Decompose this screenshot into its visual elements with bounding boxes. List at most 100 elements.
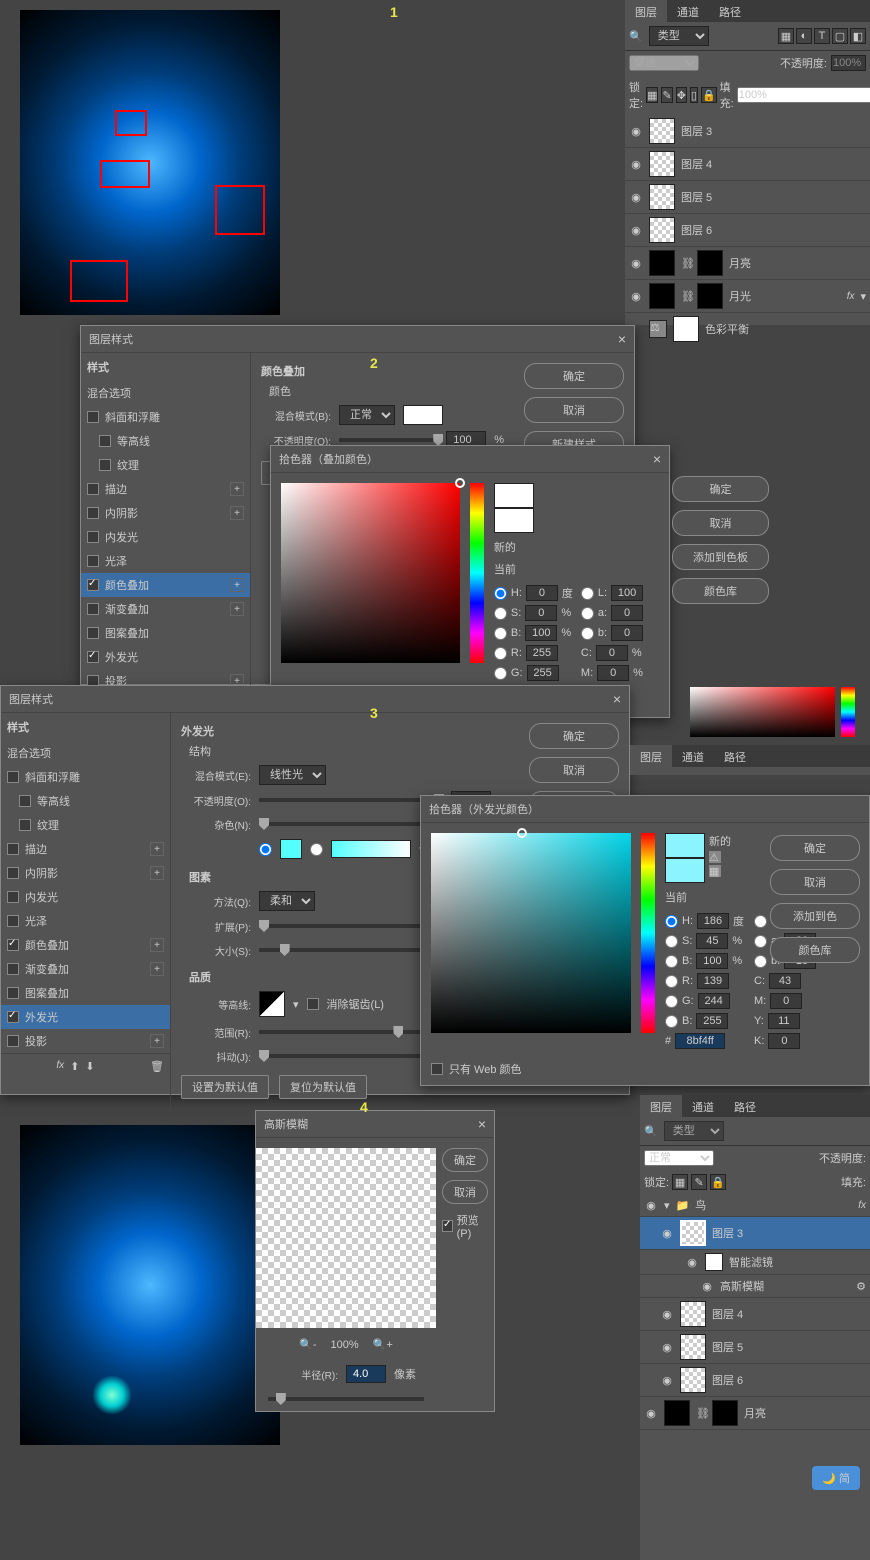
checkbox[interactable] xyxy=(87,627,99,639)
web-only-checkbox[interactable] xyxy=(431,1063,443,1075)
style-stroke[interactable]: 描边+ xyxy=(81,477,250,501)
r-radio[interactable] xyxy=(494,647,507,660)
visibility-icon[interactable]: ◉ xyxy=(685,1255,699,1269)
noise-slider[interactable] xyxy=(259,822,443,826)
trash-icon[interactable]: 🗑 xyxy=(150,1060,164,1073)
filter-type-select[interactable]: 类型 xyxy=(664,1121,724,1141)
lock-artboard-icon[interactable]: ▯ xyxy=(690,87,698,103)
ok-button[interactable]: 确定 xyxy=(442,1148,488,1172)
zoom-out-icon[interactable]: 🔍- xyxy=(299,1338,316,1351)
layer-thumb[interactable] xyxy=(649,118,675,144)
style-contour[interactable]: 等高线 xyxy=(81,429,250,453)
l-input[interactable] xyxy=(611,585,643,601)
lock-move-icon[interactable]: ✥ xyxy=(676,87,687,103)
close-icon[interactable]: × xyxy=(653,451,661,467)
checkbox[interactable] xyxy=(87,483,99,495)
style-stroke[interactable]: 描边+ xyxy=(1,837,170,861)
arrow-up-icon[interactable]: ⬆ xyxy=(70,1060,79,1073)
filter-adjust-icon[interactable]: ◐ xyxy=(796,28,812,44)
g-radio[interactable] xyxy=(494,667,507,680)
opacity-slider[interactable] xyxy=(339,438,438,442)
style-header[interactable]: 样式 xyxy=(1,713,170,741)
checkbox[interactable] xyxy=(19,795,31,807)
style-inner-glow[interactable]: 内发光 xyxy=(81,525,250,549)
range-slider[interactable] xyxy=(259,1030,443,1034)
checkbox[interactable] xyxy=(99,459,111,471)
checkbox[interactable] xyxy=(87,507,99,519)
close-icon[interactable]: × xyxy=(618,331,626,347)
visibility-icon[interactable]: ◉ xyxy=(660,1340,674,1354)
visibility-icon[interactable]: ◉ xyxy=(629,124,643,138)
layer-row[interactable]: ◉⛓月光fx▾ xyxy=(625,280,870,313)
h-input[interactable] xyxy=(526,585,558,601)
visibility-icon[interactable]: ◉ xyxy=(644,1198,658,1212)
visibility-icon[interactable]: ◉ xyxy=(660,1373,674,1387)
style-inner-glow[interactable]: 内发光 xyxy=(1,885,170,909)
mask-thumb[interactable] xyxy=(697,250,723,276)
checkbox[interactable] xyxy=(87,555,99,567)
dialog-titlebar[interactable]: 图层样式 × xyxy=(1,686,629,713)
style-drop-shadow[interactable]: 投影+ xyxy=(1,1029,170,1053)
checkbox[interactable] xyxy=(7,891,19,903)
ok-button[interactable]: 确定 xyxy=(672,476,769,502)
layer-thumb[interactable] xyxy=(649,250,675,276)
hue-slider[interactable] xyxy=(641,833,655,1033)
cancel-button[interactable]: 取消 xyxy=(672,510,769,536)
layer-row[interactable]: ◉图层 5 xyxy=(640,1331,870,1364)
current-color-swatch[interactable] xyxy=(665,858,705,883)
lock-pixels-icon[interactable]: ▦ xyxy=(672,1174,688,1190)
radius-input[interactable] xyxy=(346,1365,386,1383)
visibility-icon[interactable]: ◉ xyxy=(644,1406,658,1420)
blend-options[interactable]: 混合选项 xyxy=(1,741,170,765)
a-radio[interactable] xyxy=(581,607,594,620)
checkbox[interactable] xyxy=(7,843,19,855)
add-icon[interactable]: + xyxy=(150,962,164,976)
b-input[interactable] xyxy=(696,953,728,969)
fx-icon[interactable]: fx xyxy=(56,1060,64,1073)
add-icon[interactable]: + xyxy=(230,506,244,520)
dialog-titlebar[interactable]: 拾色器（外发光颜色） xyxy=(421,796,869,823)
color-lib-button[interactable]: 颜色库 xyxy=(770,937,860,963)
b-radio[interactable] xyxy=(665,955,678,968)
style-outer-glow[interactable]: 外发光 xyxy=(1,1005,170,1029)
arrow-down-icon[interactable]: ⬇ xyxy=(85,1060,94,1073)
smart-filter-row[interactable]: ◉智能滤镜 xyxy=(640,1250,870,1275)
c-input[interactable] xyxy=(769,973,801,989)
mask-thumb[interactable] xyxy=(697,283,723,309)
style-gradient-overlay[interactable]: 渐变叠加+ xyxy=(1,957,170,981)
antialias-checkbox[interactable] xyxy=(307,998,319,1010)
h-radio[interactable] xyxy=(494,587,507,600)
tab-paths[interactable]: 路径 xyxy=(714,745,756,767)
cancel-button[interactable]: 取消 xyxy=(529,757,619,783)
tab-channels[interactable]: 通道 xyxy=(672,745,714,767)
add-icon[interactable]: + xyxy=(230,482,244,496)
checkbox[interactable] xyxy=(87,531,99,543)
method-select[interactable]: 柔和 xyxy=(259,891,315,911)
layer-row[interactable]: ◉⛓月亮 xyxy=(640,1397,870,1430)
s-input[interactable] xyxy=(696,933,728,949)
checkbox[interactable] xyxy=(19,819,31,831)
ok-button[interactable]: 确定 xyxy=(529,723,619,749)
visibility-icon[interactable]: ◉ xyxy=(660,1226,674,1240)
gradient-swatch[interactable] xyxy=(331,840,411,858)
filter-text-icon[interactable]: T xyxy=(814,28,830,44)
new-color-swatch[interactable] xyxy=(494,483,534,508)
tab-paths[interactable]: 路径 xyxy=(709,0,751,22)
filter-options-icon[interactable]: ⚙ xyxy=(856,1280,866,1293)
a-input[interactable] xyxy=(611,605,643,621)
r-input[interactable] xyxy=(697,973,729,989)
opacity-input[interactable] xyxy=(831,55,866,71)
visibility-icon[interactable]: ◉ xyxy=(700,1279,714,1293)
g-input[interactable] xyxy=(527,665,559,681)
add-icon[interactable]: + xyxy=(150,1034,164,1048)
saturation-value-area[interactable] xyxy=(281,483,460,663)
add-icon[interactable]: + xyxy=(150,938,164,952)
style-header[interactable]: 样式 xyxy=(81,353,250,381)
mask-thumb[interactable] xyxy=(712,1400,738,1426)
layer-row[interactable]: ◉图层 6 xyxy=(625,214,870,247)
checkbox[interactable] xyxy=(87,579,99,591)
layer-thumb[interactable] xyxy=(680,1367,706,1393)
r-input[interactable] xyxy=(526,645,558,661)
add-icon[interactable]: + xyxy=(230,578,244,592)
add-swatch-button[interactable]: 添加到色 xyxy=(770,903,860,929)
